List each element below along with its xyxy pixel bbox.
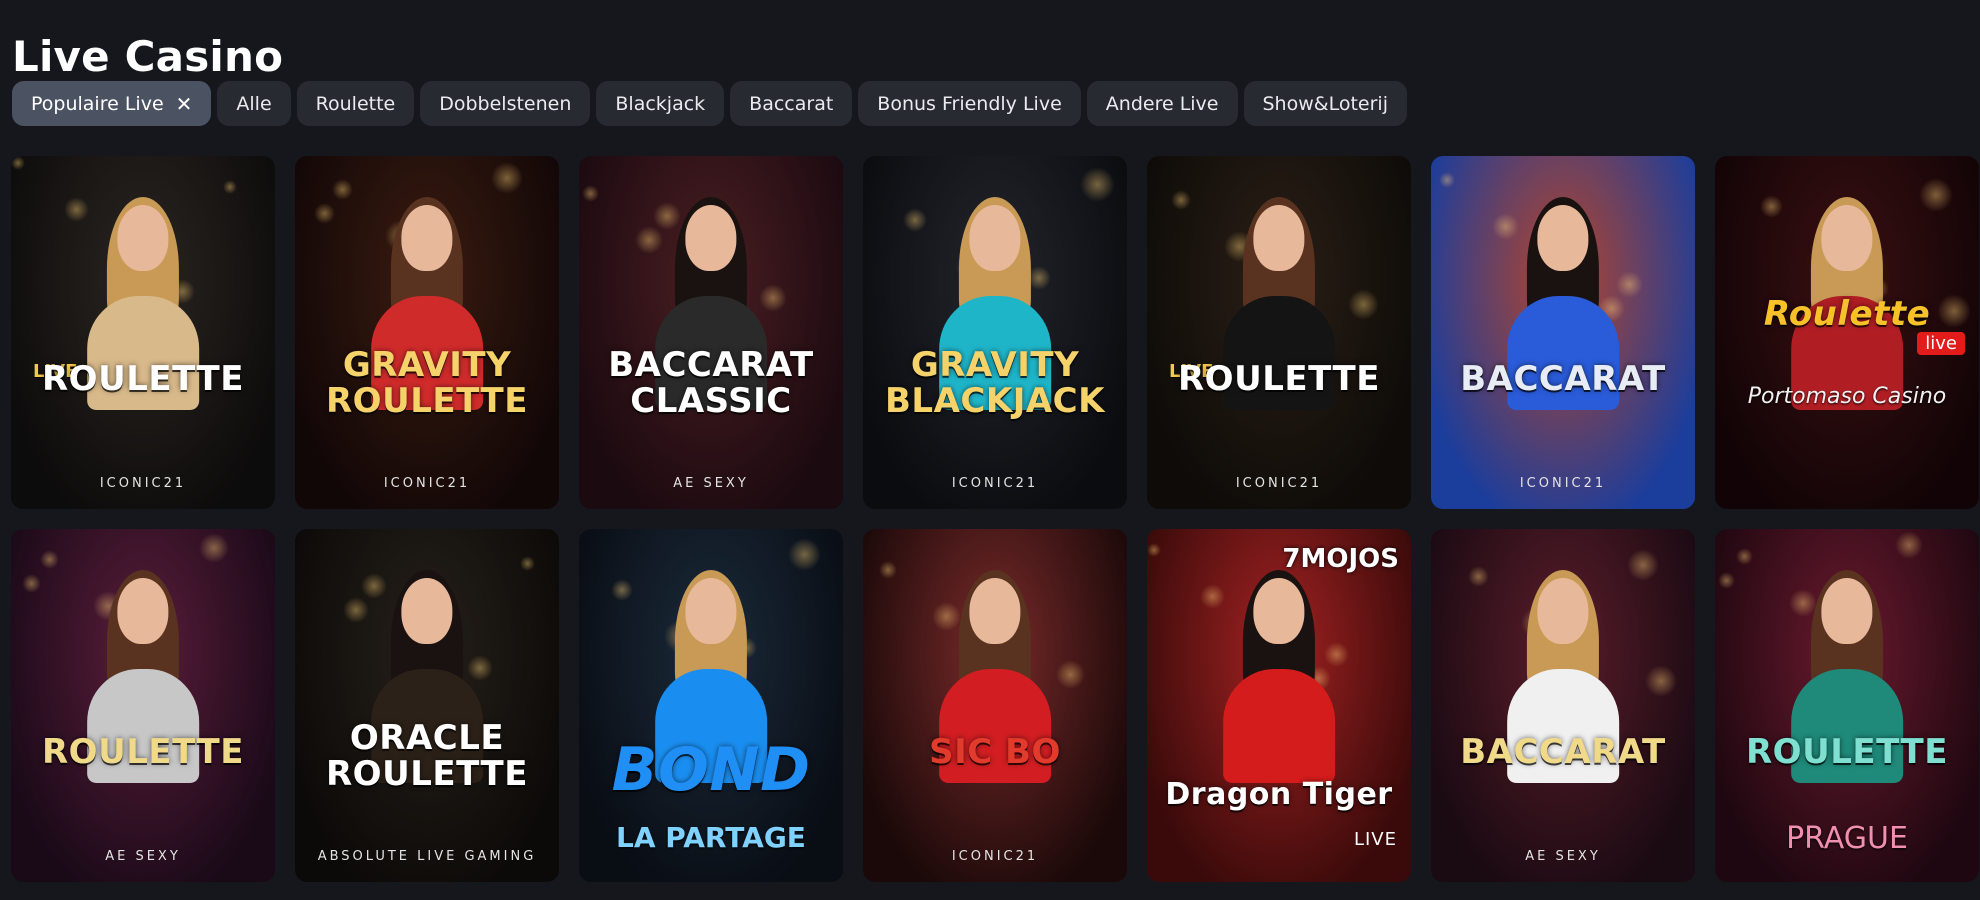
bokeh-light — [1627, 549, 1659, 581]
game-title: GRAVITY BLACKJACK — [885, 344, 1105, 421]
game-title: ROULETTE — [42, 731, 244, 772]
game-title: Dragon Tiger — [1165, 777, 1393, 812]
filter-chip-dobbelstenen[interactable]: Dobbelstenen — [420, 81, 591, 126]
game-card[interactable]: BACCARAT AE SEXY — [1431, 529, 1695, 882]
filter-chip-label: Baccarat — [749, 92, 834, 115]
game-card[interactable]: BOND LA PARTAGE — [579, 529, 843, 882]
bokeh-light — [1919, 178, 1953, 212]
provider-name: ABSOLUTE LIVE GAMING — [317, 849, 537, 864]
filter-chip-blackjack[interactable]: Blackjack — [596, 81, 725, 126]
bokeh-light — [1147, 543, 1161, 557]
live-badge: live — [1917, 332, 1965, 355]
filter-chip-label: Roulette — [315, 92, 396, 115]
provider-name: ICONIC21 — [1235, 476, 1323, 491]
game-title: BACCARAT — [1460, 731, 1666, 772]
filter-chip-label: Show&Loterij — [1262, 92, 1388, 115]
bokeh-light — [1080, 167, 1115, 202]
provider-name: ICONIC21 — [951, 849, 1039, 864]
provider-name: AE SEXY — [1525, 849, 1601, 864]
provider-name: ICONIC21 — [383, 476, 471, 491]
bokeh-light — [1718, 572, 1735, 589]
game-card[interactable]: Roulette live Portomaso Casino — [1715, 156, 1979, 509]
bokeh-light — [1439, 172, 1455, 188]
filter-chip-label: Bonus Friendly Live — [877, 92, 1062, 115]
bokeh-light — [582, 185, 599, 202]
bokeh-light — [1056, 660, 1085, 689]
filter-chip-label: Dobbelstenen — [439, 92, 572, 115]
game-title: ROULETTE — [1746, 731, 1948, 772]
game-subtitle: LA PARTAGE — [616, 821, 806, 854]
filter-bar: Populaire Live ✕ Alle Roulette Dobbelste… — [12, 81, 1407, 126]
game-card[interactable]: ROULETTE PRAGUE — [1715, 529, 1979, 882]
filter-chip-label: Blackjack — [615, 92, 706, 115]
game-card[interactable]: ORACLE ROULETTE ABSOLUTE LIVE GAMING — [295, 529, 559, 882]
game-title: BACCARAT CLASSIC — [608, 344, 814, 421]
provider-name: AE SEXY — [673, 476, 749, 491]
game-title: ROULETTE — [1178, 358, 1380, 399]
bokeh-light — [11, 156, 25, 170]
filter-chip-label: Alle — [236, 92, 272, 115]
filter-chip-bonus-friendly-live[interactable]: Bonus Friendly Live — [858, 81, 1081, 126]
close-icon[interactable]: ✕ — [176, 94, 193, 114]
bokeh-light — [40, 550, 59, 569]
game-title: BACCARAT — [1460, 358, 1666, 399]
bokeh-light — [611, 579, 633, 601]
game-card[interactable]: LIVE ROULETTE ICONIC21 — [1147, 156, 1411, 509]
game-title: GRAVITY ROULETTE — [326, 344, 528, 421]
filter-chip-roulette[interactable]: Roulette — [296, 81, 415, 126]
game-card[interactable]: SIC BO ICONIC21 — [863, 529, 1127, 882]
bokeh-light — [903, 208, 927, 232]
filter-chip-label: Populaire Live — [31, 92, 164, 115]
filter-chip-baccarat[interactable]: Baccarat — [730, 81, 853, 126]
game-card[interactable]: ROULETTE AE SEXY — [11, 529, 275, 882]
game-card[interactable]: BACCARAT ICONIC21 — [1431, 156, 1695, 509]
bokeh-light — [520, 556, 535, 571]
page-title: Live Casino — [12, 32, 284, 82]
bokeh-light — [1171, 190, 1191, 210]
bokeh-light — [1348, 289, 1379, 320]
game-title: ORACLE ROULETTE — [326, 717, 528, 794]
game-card[interactable]: GRAVITY ROULETTE ICONIC21 — [295, 156, 559, 509]
game-title: BOND — [611, 735, 811, 805]
game-subtitle: PRAGUE — [1786, 821, 1908, 856]
provider-name: AE SEXY — [105, 849, 181, 864]
provider-name: ICONIC21 — [1519, 476, 1607, 491]
dealer-image — [1221, 570, 1337, 784]
game-title: SIC BO — [929, 731, 1061, 772]
game-card[interactable]: BACCARAT CLASSIC AE SEXY — [579, 156, 843, 509]
game-title: ROULETTE — [42, 358, 244, 399]
provider-logo: 7MOJOS — [1282, 544, 1399, 574]
game-card[interactable]: LIVE ROULETTE ICONIC21 — [11, 156, 275, 509]
bokeh-light — [332, 179, 353, 200]
bokeh-light — [491, 162, 523, 194]
bokeh-light — [1895, 531, 1923, 559]
bokeh-light — [1760, 195, 1783, 218]
game-card[interactable]: GRAVITY BLACKJACK ICONIC21 — [863, 156, 1127, 509]
filter-chip-show-loterij[interactable]: Show&Loterij — [1243, 81, 1407, 126]
bokeh-light — [879, 561, 897, 579]
game-grid: LIVE ROULETTE ICONIC21 GRAVITY ROULETTE ICON… — [11, 156, 1979, 882]
game-title: Roulette — [1763, 294, 1931, 334]
bokeh-light — [314, 203, 335, 224]
bokeh-light — [343, 597, 369, 623]
bokeh-light — [788, 538, 821, 571]
bokeh-light — [1468, 566, 1489, 587]
bokeh-light — [1645, 665, 1677, 697]
bokeh-light — [199, 533, 229, 563]
bokeh-light — [223, 180, 237, 194]
provider-name: ICONIC21 — [951, 476, 1039, 491]
bokeh-light — [1736, 548, 1753, 565]
game-subtitle: Portomaso Casino — [1747, 384, 1947, 409]
filter-chip-andere-live[interactable]: Andere Live — [1086, 81, 1238, 126]
bokeh-light — [22, 574, 41, 593]
game-card[interactable]: Dragon Tiger 7MOJOS LIVE — [1147, 529, 1411, 882]
filter-chip-alle[interactable]: Alle — [217, 81, 291, 126]
filter-chip-populaire-live[interactable]: Populaire Live ✕ — [12, 81, 212, 126]
filter-chip-label: Andere Live — [1105, 92, 1219, 115]
provider-name: ICONIC21 — [99, 476, 187, 491]
live-label: LIVE — [1353, 829, 1397, 850]
